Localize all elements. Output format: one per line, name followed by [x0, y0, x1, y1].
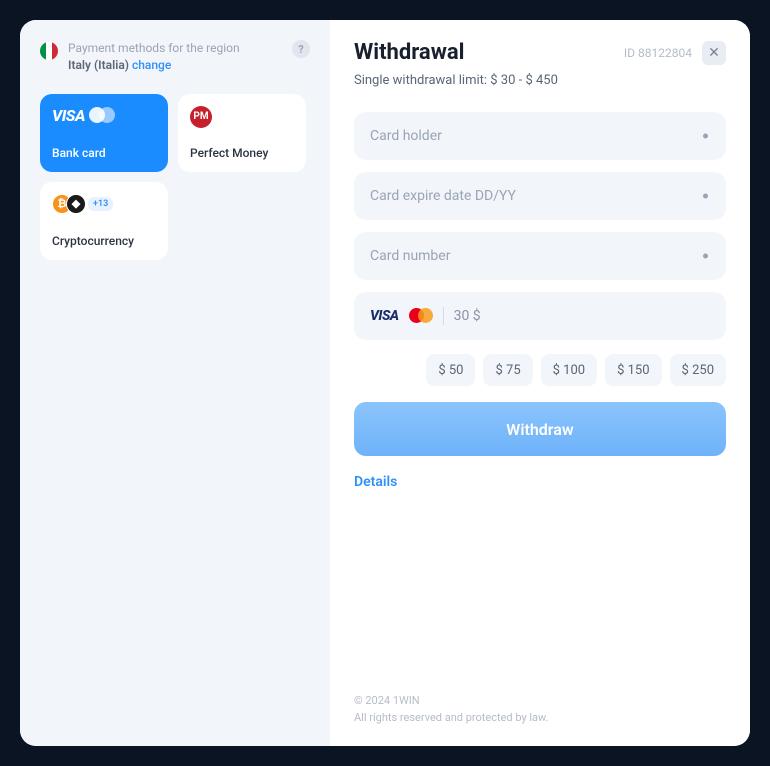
ethereum-icon: ◆ — [66, 194, 86, 214]
method-perfect-money[interactable]: PM Perfect Money — [178, 94, 306, 172]
quick-amounts: $ 50 $ 75 $ 100 $ 150 $ 250 — [354, 354, 726, 386]
card-number-group — [354, 232, 726, 280]
quick-amount-75[interactable]: $ 75 — [483, 354, 532, 386]
method-cryptocurrency[interactable]: ₿ ◆ +13 Cryptocurrency — [40, 182, 168, 260]
rights-text: All rights reserved and protected by law… — [354, 710, 726, 727]
region-label: Payment methods for the region — [68, 41, 240, 55]
transaction-id: ID 88122804 — [624, 46, 692, 60]
method-label: Cryptocurrency — [52, 234, 156, 248]
copyright: © 2024 1WIN — [354, 693, 726, 710]
close-icon[interactable]: ✕ — [702, 41, 726, 65]
quick-amount-50[interactable]: $ 50 — [426, 354, 475, 386]
card-holder-input[interactable] — [354, 112, 726, 160]
mastercard-icon — [89, 106, 115, 124]
form-panel: Withdrawal ID 88122804 ✕ Single withdraw… — [330, 20, 750, 746]
method-bank-card[interactable]: VISA Bank card — [40, 94, 168, 172]
methods-panel: Payment methods for the region Italy (It… — [20, 20, 330, 746]
visa-icon: VISA — [52, 106, 85, 125]
change-region-link[interactable]: change — [132, 58, 171, 72]
limit-text: Single withdrawal limit: $ 30 - $ 450 — [354, 73, 726, 88]
visa-icon: VISA — [370, 308, 399, 324]
card-expire-group — [354, 172, 726, 220]
bankcard-icons: VISA — [52, 106, 156, 125]
input-indicator-icon — [703, 194, 708, 199]
method-label: Bank card — [52, 146, 156, 160]
footer: © 2024 1WIN All rights reserved and prot… — [354, 693, 726, 726]
quick-amount-100[interactable]: $ 100 — [541, 354, 597, 386]
panel-header: Withdrawal ID 88122804 ✕ — [354, 40, 726, 65]
crypto-icons: ₿ ◆ +13 — [52, 194, 156, 214]
amount-input-row[interactable]: VISA 30 $ — [354, 292, 726, 340]
perfect-money-icon: PM — [190, 106, 212, 128]
quick-amount-150[interactable]: $ 150 — [605, 354, 661, 386]
pm-icons: PM — [190, 106, 294, 128]
withdrawal-modal: Payment methods for the region Italy (It… — [20, 20, 750, 746]
region-header: Payment methods for the region Italy (It… — [40, 40, 310, 74]
mastercard-icon — [409, 308, 433, 324]
withdraw-button[interactable]: Withdraw — [354, 402, 726, 456]
region-text: Payment methods for the region Italy (It… — [68, 40, 282, 74]
crypto-count-badge: +13 — [88, 197, 113, 211]
italy-flag-icon — [40, 42, 58, 60]
input-indicator-icon — [703, 254, 708, 259]
help-icon[interactable]: ? — [292, 40, 310, 58]
region-country: Italy (Italia) — [68, 58, 129, 72]
details-link[interactable]: Details — [354, 474, 726, 490]
input-indicator-icon — [703, 134, 708, 139]
quick-amount-250[interactable]: $ 250 — [670, 354, 726, 386]
card-expire-input[interactable] — [354, 172, 726, 220]
method-label: Perfect Money — [190, 146, 294, 160]
header-right: ID 88122804 ✕ — [624, 41, 726, 65]
amount-value: 30 $ — [454, 308, 481, 324]
card-number-input[interactable] — [354, 232, 726, 280]
card-holder-group — [354, 112, 726, 160]
divider — [443, 307, 444, 325]
methods-grid: VISA Bank card PM Perfect Money ₿ ◆ +13 … — [40, 94, 310, 260]
panel-title: Withdrawal — [354, 40, 464, 65]
